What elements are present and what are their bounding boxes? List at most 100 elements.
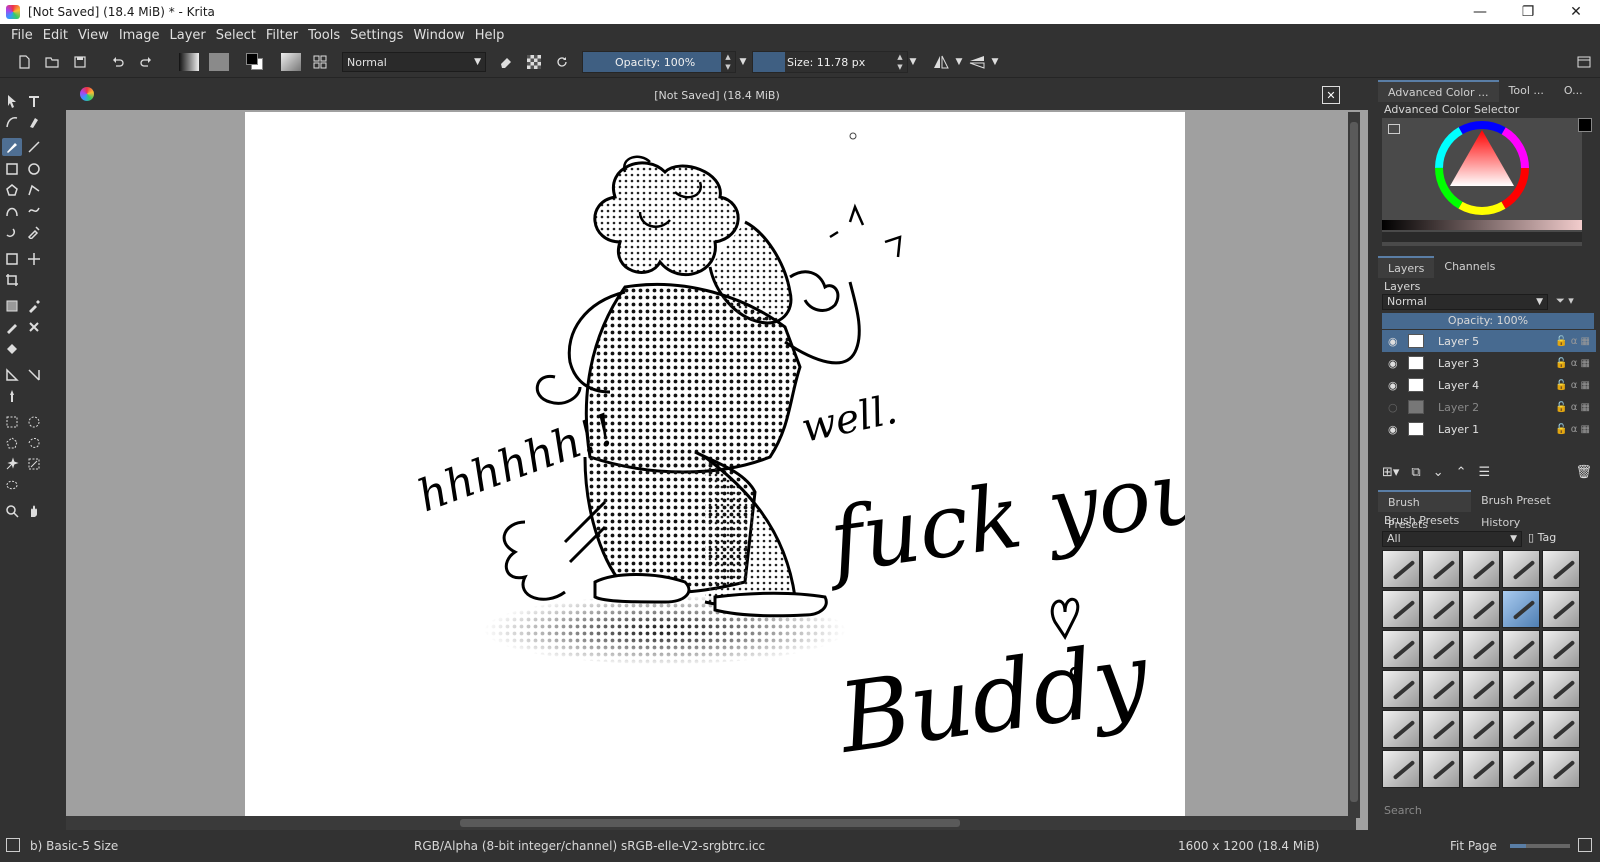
tab-channels[interactable]: Channels (1434, 256, 1505, 278)
delete-layer-icon[interactable]: 🗑 (1575, 465, 1592, 480)
menu-window[interactable]: Window (408, 28, 469, 43)
brush-preset-icon[interactable] (280, 52, 302, 72)
zoom-tool-icon[interactable] (2, 502, 22, 520)
polygon-tool-icon[interactable] (2, 181, 22, 199)
brush-preset[interactable] (1542, 550, 1580, 588)
brush-filter-select[interactable]: All ▼ (1382, 531, 1522, 547)
menu-view[interactable]: View (73, 28, 114, 43)
zoom-mode[interactable]: Fit Page (1450, 839, 1497, 853)
alpha-lock-icon[interactable] (524, 52, 544, 72)
size-spinner[interactable]: ▲ ▼ (893, 52, 907, 72)
current-color-swatch[interactable] (1578, 118, 1592, 132)
brush-preset[interactable] (1382, 630, 1420, 668)
brush-preset[interactable] (1502, 630, 1540, 668)
move-tool-icon[interactable] (24, 250, 44, 268)
eye-icon[interactable]: ◉ (1388, 379, 1402, 392)
move-layer-up-icon[interactable]: ⌃ (1456, 465, 1467, 480)
add-layer-icon[interactable]: ⊞▾ (1382, 465, 1399, 480)
bezier-tool-icon[interactable] (2, 202, 22, 220)
brush-tag-button[interactable]: ▯ Tag (1528, 531, 1556, 544)
ellipse-select-icon[interactable] (24, 413, 44, 431)
chevron-down-icon[interactable]: ▼ (954, 52, 964, 72)
layer-lock-icon[interactable]: 🔓 α ▦ (1555, 402, 1590, 413)
layer-row[interactable]: ◉ Layer 4 🔓 α ▦ (1382, 374, 1596, 396)
layer-opacity-slider[interactable]: Opacity: 100% (1382, 313, 1594, 329)
blend-mode-select[interactable]: Normal ▼ (342, 52, 486, 72)
color-selector[interactable] (1382, 118, 1582, 246)
menu-layer[interactable]: Layer (165, 28, 211, 43)
assistant-tool-icon[interactable] (24, 366, 44, 384)
similar-select-icon[interactable] (24, 455, 44, 473)
tab-brush-history[interactable]: Brush Preset History (1471, 490, 1600, 529)
color-settings-icon[interactable] (1388, 124, 1400, 134)
restore-button[interactable]: ❐ (1504, 0, 1552, 24)
line-tool-icon[interactable] (24, 138, 44, 156)
brush-preset[interactable] (1382, 670, 1420, 708)
brush-preset[interactable] (1502, 750, 1540, 788)
freehand-brush-icon[interactable] (2, 138, 22, 156)
eraser-icon[interactable] (496, 52, 516, 72)
menu-tools[interactable]: Tools (303, 28, 345, 43)
menu-filter[interactable]: Filter (261, 28, 303, 43)
brush-preset[interactable] (1382, 710, 1420, 748)
brush-preset-selected[interactable] (1502, 590, 1540, 628)
tab-brush-presets[interactable]: Brush Presets (1378, 490, 1472, 531)
layer-filter-icon[interactable]: ⏷ ▾ (1556, 294, 1592, 310)
smart-patch-icon[interactable] (24, 318, 44, 336)
polygon-select-icon[interactable] (2, 434, 22, 452)
eye-icon[interactable]: ◉ (1388, 335, 1402, 348)
brush-preset[interactable] (1422, 630, 1460, 668)
brush-preset[interactable] (1422, 710, 1460, 748)
brush-preset[interactable] (1382, 750, 1420, 788)
menu-settings[interactable]: Settings (345, 28, 408, 43)
layer-row[interactable]: ◉ Layer 1 🔓 α ▦ (1382, 418, 1596, 440)
rect-select-icon[interactable] (2, 413, 22, 431)
transform-tool-icon[interactable] (2, 250, 22, 268)
brush-icon[interactable] (6, 838, 20, 852)
zoom-slider[interactable] (1510, 844, 1570, 848)
tab-tool-options[interactable]: Tool ... (1499, 80, 1554, 102)
opacity-spinner[interactable]: ▲ ▼ (721, 52, 735, 72)
layer-lock-icon[interactable]: 🔓 α ▦ (1555, 358, 1590, 369)
wrap-around-icon[interactable] (1578, 838, 1592, 852)
edit-shapes-icon[interactable] (2, 113, 22, 131)
polyline-tool-icon[interactable] (24, 181, 44, 199)
brush-preset[interactable] (1462, 750, 1500, 788)
brush-preset[interactable] (1542, 670, 1580, 708)
undo-icon[interactable] (108, 52, 128, 72)
drawing-canvas[interactable]: hhhhhh!! well. fuck you, Buddy (245, 112, 1185, 818)
chevron-down-icon[interactable]: ▼ (908, 52, 918, 72)
magnetic-select-icon[interactable] (2, 476, 22, 494)
multibrush-icon[interactable] (24, 223, 44, 241)
save-icon[interactable] (70, 52, 90, 72)
document-tab[interactable]: [Not Saved] (18.4 MiB) ✕ (66, 80, 1368, 110)
brush-preset[interactable] (1382, 590, 1420, 628)
ellipse-tool-icon[interactable] (24, 160, 44, 178)
gradient-tool-icon[interactable] (2, 297, 22, 315)
tab-advanced-color[interactable]: Advanced Color ... (1378, 80, 1499, 102)
chevron-down-icon[interactable]: ▼ (738, 52, 748, 72)
brush-preset[interactable] (1462, 550, 1500, 588)
dynamic-brush-icon[interactable] (2, 223, 22, 241)
vertical-scrollbar[interactable] (1348, 112, 1360, 818)
rectangle-tool-icon[interactable] (2, 160, 22, 178)
gradient-swatch-icon[interactable] (178, 52, 200, 72)
reload-preset-icon[interactable] (552, 52, 572, 72)
layer-row[interactable]: ○ Layer 2 🔓 α ▦ (1382, 396, 1596, 418)
brush-preset[interactable] (1502, 550, 1540, 588)
duplicate-layer-icon[interactable]: ⧉ (1411, 465, 1420, 480)
size-slider[interactable]: Size: 11.78 px ▲ ▼ (752, 51, 908, 73)
brush-preset[interactable] (1422, 750, 1460, 788)
brush-preset[interactable] (1542, 710, 1580, 748)
brush-preset[interactable] (1502, 670, 1540, 708)
brush-preset[interactable] (1462, 670, 1500, 708)
color-picker-icon[interactable] (24, 297, 44, 315)
eye-icon[interactable]: ◉ (1388, 423, 1402, 436)
freehand-select-icon[interactable] (24, 434, 44, 452)
new-document-icon[interactable] (14, 52, 34, 72)
workspace-grid-icon[interactable] (310, 52, 330, 72)
layer-properties-icon[interactable]: ☰ (1479, 465, 1491, 480)
layer-lock-icon[interactable]: 🔓 α ▦ (1555, 336, 1590, 347)
opacity-slider[interactable]: Opacity: 100% ▲ ▼ (582, 51, 736, 73)
reference-images-icon[interactable] (2, 387, 22, 405)
